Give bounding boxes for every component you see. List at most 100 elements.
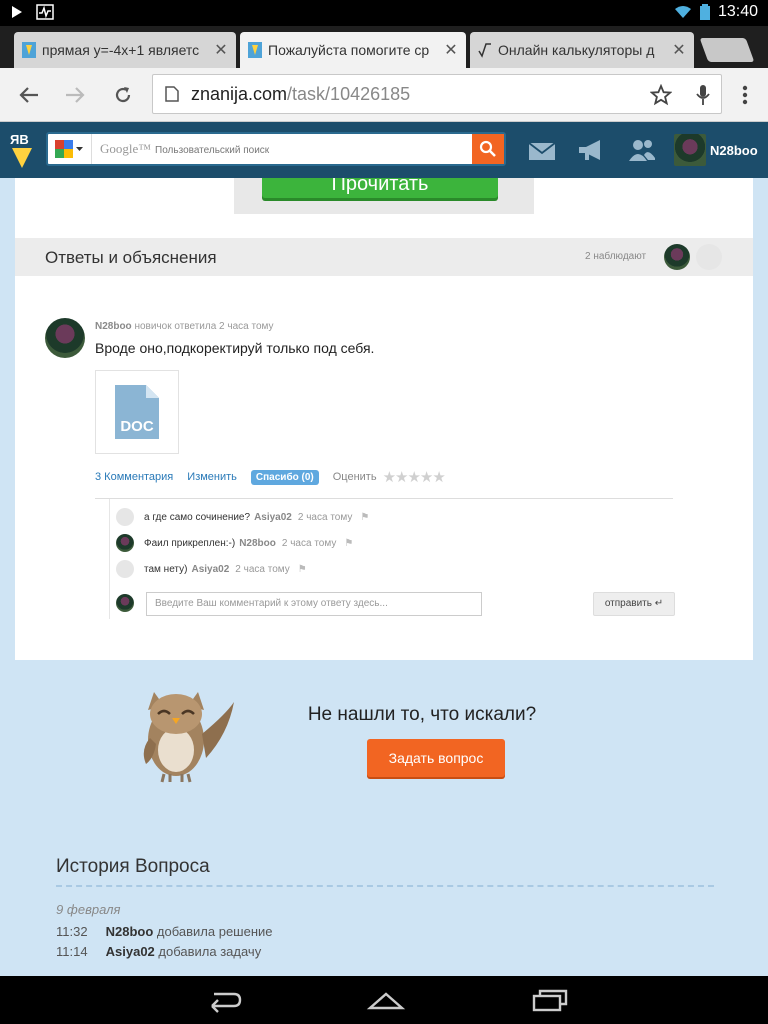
play-icon [12, 6, 22, 18]
history-action: добавила решение [156, 924, 273, 939]
avatar [674, 134, 706, 166]
return-icon: ↵ [654, 598, 664, 609]
system-nav-bar [0, 976, 768, 1024]
avatar[interactable] [116, 508, 134, 526]
ad-banner: Прочитать [234, 178, 534, 214]
activity-icon [36, 4, 54, 20]
send-comment-button[interactable]: отправить ↵ [593, 592, 675, 616]
browser-tab-1[interactable]: прямая у=-4х+1 являетс ✕ [14, 32, 236, 68]
bookmark-button[interactable] [646, 80, 676, 110]
rating-stars[interactable]: ★★★★★ [383, 468, 446, 486]
url-path: /task/10426185 [287, 83, 411, 104]
flag-icon[interactable]: ⚑ [360, 512, 369, 523]
comment-user[interactable]: N28boo [239, 538, 276, 549]
comment-text: Фаил прикреплен:-) [144, 537, 236, 549]
comment-time: 2 часа тому [235, 563, 290, 575]
history-user[interactable]: Asiya02 [106, 944, 155, 959]
google-search-provider[interactable] [48, 134, 92, 164]
not-found-title: Не нашли то, что искали? [307, 704, 537, 725]
watcher-avatar[interactable] [664, 244, 690, 270]
history-date: 9 февраля [56, 902, 121, 917]
history-row: 11:32 N28boo добавила решение [56, 924, 273, 939]
watcher-avatar[interactable] [696, 244, 722, 270]
user-profile-link[interactable]: N28boo [674, 134, 758, 166]
recent-apps-icon[interactable] [530, 986, 570, 1014]
search-placeholder: Пользовательский поиск [155, 145, 270, 156]
flag-icon[interactable]: ⚑ [344, 538, 353, 549]
star-icon [650, 84, 672, 106]
answers-header: Ответы и объяснения 2 наблюдают [15, 238, 753, 276]
url-host: znanija.com [191, 83, 288, 104]
comment-user[interactable]: Asiya02 [191, 564, 229, 575]
arrow-right-icon [66, 87, 85, 103]
microphone-icon [696, 85, 710, 105]
back-nav-icon[interactable] [204, 986, 244, 1014]
home-nav-icon[interactable] [366, 986, 406, 1014]
browser-toolbar: znanija.com/task/10426185 [0, 68, 768, 122]
avatar[interactable] [116, 534, 134, 552]
browser-tab-2[interactable]: Пожалуйста помогите ср ✕ [240, 32, 466, 68]
google-plus-icon [54, 140, 83, 158]
avatar[interactable] [116, 560, 134, 578]
close-tab-icon[interactable]: ✕ [672, 40, 686, 60]
comments-link[interactable]: 3 Комментария [95, 471, 173, 483]
status-bar: 13:40 [0, 0, 768, 26]
back-button[interactable] [14, 80, 44, 110]
search-button[interactable] [472, 134, 504, 164]
znanija-favicon-icon [22, 42, 36, 58]
forward-button[interactable] [60, 80, 90, 110]
rate-label: Оценить [332, 471, 377, 483]
edit-link[interactable]: Изменить [187, 471, 237, 483]
friends-icon[interactable] [626, 136, 658, 164]
new-tab-button[interactable] [699, 38, 755, 62]
comment-input[interactable]: Введите Ваш комментарий к этому ответу з… [146, 592, 482, 616]
ask-question-button[interactable]: Задать вопрос [367, 739, 505, 777]
answer-text: Вроде оно,подкоректируй только под себя. [95, 340, 375, 356]
tab-title: прямая у=-4х+1 являетс [42, 42, 200, 58]
battery-icon [699, 4, 710, 20]
megaphone-icon[interactable] [576, 136, 608, 164]
svg-text:ЯВ: ЯВ [10, 132, 29, 147]
wifi-icon [674, 6, 691, 18]
answer-actions: 3 Комментария Изменить Спасибо (0) Оцени… [95, 468, 446, 486]
address-bar[interactable]: znanija.com/task/10426185 [152, 74, 722, 114]
doc-file-icon: DOC [115, 385, 159, 439]
close-tab-icon[interactable]: ✕ [214, 40, 228, 60]
comment-user[interactable]: Asiya02 [254, 512, 292, 523]
answer-author[interactable]: N28boo [95, 321, 132, 332]
answer-meta: N28boo новичок ответила 2 часа тому [95, 321, 274, 332]
menu-button[interactable] [730, 80, 760, 110]
custom-search-box[interactable]: Google™ Пользовательский поиск [46, 132, 506, 166]
history-action: добавила задачу [158, 944, 262, 959]
watchers-count: 2 наблюдают [585, 251, 647, 262]
close-tab-icon[interactable]: ✕ [444, 40, 458, 60]
comment-item: а где само сочинение? Asiya02 2 часа том… [116, 508, 369, 526]
znanija-favicon-icon [248, 42, 262, 58]
thanks-button[interactable]: Спасибо (0) [250, 469, 319, 485]
read-button[interactable]: Прочитать [262, 178, 498, 198]
voice-search-button[interactable] [688, 80, 718, 110]
page-icon [165, 86, 179, 102]
site-header: ЯВ Google™ Пользовательский поиск N28boo [0, 122, 768, 178]
history-user[interactable]: N28boo [106, 924, 154, 939]
arrow-left-icon [19, 87, 38, 103]
page-content: Прочитать Ответы и объяснения 2 наблюдаю… [0, 178, 768, 976]
search-icon [479, 140, 496, 157]
browser-tab-3[interactable]: Онлайн калькуляторы д ✕ [470, 32, 694, 68]
comment-time: 2 часа тому [297, 511, 353, 523]
znanija-logo-icon[interactable]: ЯВ [6, 130, 38, 170]
comment-text: а где само сочинение? [144, 511, 251, 523]
comments-list: а где само сочинение? Asiya02 2 часа том… [109, 499, 675, 619]
doc-attachment[interactable]: DOC [95, 370, 179, 454]
kebab-menu-icon [742, 85, 748, 105]
history-title: История Вопроса [56, 856, 210, 877]
answer-author-avatar[interactable] [45, 318, 85, 358]
search-input[interactable]: Google™ Пользовательский поиск [92, 141, 472, 157]
owl-mascot-icon [143, 692, 234, 783]
history-time: 11:32 [56, 924, 88, 939]
clock: 13:40 [717, 3, 758, 20]
reload-button[interactable] [108, 80, 138, 110]
envelope-icon[interactable] [526, 136, 558, 164]
answers-card: Прочитать Ответы и объяснения 2 наблюдаю… [15, 178, 753, 660]
flag-icon[interactable]: ⚑ [298, 564, 307, 575]
